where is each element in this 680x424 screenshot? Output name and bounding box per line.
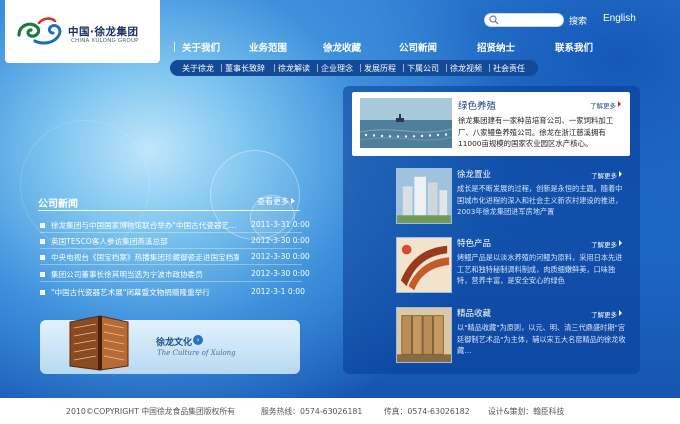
subnav-divider [489, 64, 490, 72]
search-input[interactable] [484, 13, 564, 27]
nav-careers[interactable]: 招贤纳士 [477, 40, 515, 54]
subnav-interpret[interactable]: 徐龙解读 [278, 63, 310, 74]
logo[interactable]: 中国·徐龙集团 CHINA XULONG GROUP [5, 0, 160, 63]
nav-divider [174, 42, 175, 52]
footer: 2010©COPYRIGHT 中国徐龙食品集团版权所有 服务热线：0574-63… [0, 398, 680, 424]
news-item[interactable]: 集团公司董事长徐其明当选为宁波市政协委员 2012-3-30 0:00 [40, 268, 310, 282]
search-icon [489, 15, 499, 25]
collection-photo [396, 307, 452, 363]
culture-subtitle: The Culture of Xulong [157, 349, 236, 357]
bullet-icon [40, 290, 45, 295]
news-item-date: 2012-3-1 0:00 [251, 287, 305, 296]
arrow-right-icon [291, 198, 295, 204]
subnav-chairman[interactable]: 董事长致辞 [225, 63, 265, 74]
item-description: 以"精品收藏"为原则，以元、明、清三代鼎盛时期"宫廷御制艺术品"为主体，辅以宋五… [457, 323, 626, 355]
feature-description: 徐龙集团建有一家种苗培育公司、一家饲料加工厂、八家鳗鱼养殖公司。徐龙在浙江慈溪拥… [458, 116, 614, 148]
item-description: 烤鳗产品是以淡水养殖的河鳗为原料，采用日本先进工艺和独特秘制调料制成，肉质细嫩鲜… [457, 253, 623, 285]
subnav-subsidiaries[interactable]: 下属公司 [407, 63, 439, 74]
nav-contact[interactable]: 联系我们 [555, 40, 593, 54]
business-item-collection[interactable]: 精品收藏 了解更多 以"精品收藏"为原则，以元、明、清三代鼎盛时期"宫廷御制艺术… [396, 307, 630, 369]
news-item-title[interactable]: 中央电视台《国宝档案》热播集团珍藏御瓷走进国宝档案 [51, 252, 239, 263]
english-link[interactable]: English [603, 13, 636, 24]
news-item[interactable]: 英国TESCO客人参访集团燕溪总部 2012-3-30 0:00 [40, 235, 310, 249]
arrow-right-icon [618, 101, 621, 107]
feature-more-link[interactable]: 了解更多 [590, 100, 616, 110]
logo-name-en: CHINA XULONG GROUP [71, 38, 139, 44]
subnav-social[interactable]: 社会责任 [493, 63, 525, 74]
footer-hotline: 服务热线：0574-63026181 [261, 407, 363, 416]
page: 中国·徐龙集团 CHINA XULONG GROUP 搜索 English 关于… [0, 0, 680, 424]
row-divider [40, 248, 302, 249]
main-nav: 关于我们 业务范围 徐龙收藏 公司新闻 招贤纳士 联系我们 [170, 40, 630, 54]
item-description: 成长是不断发展的过程，创新是永恒的主题。随着中国城市化进程的深入和社会主义新农村… [457, 184, 623, 216]
business-item-products[interactable]: 特色产品 了解更多 烤鳗产品是以淡水养殖的河鳗为原料，采用日本先进工艺和独特秘制… [396, 237, 630, 299]
item-more-link[interactable]: 了解更多 [591, 309, 617, 319]
bullet-icon [40, 272, 45, 277]
subnav-divider [403, 64, 404, 72]
news-item-date: 2011-3-31 0:00 [251, 220, 310, 229]
subnav-about-xulong[interactable]: 关于徐龙 [182, 63, 214, 74]
real-estate-photo [396, 168, 452, 224]
nav-about[interactable]: 关于我们 [182, 40, 220, 54]
products-photo [396, 237, 452, 293]
bullet-icon [40, 255, 45, 260]
feature-card-aquaculture[interactable]: 绿色养殖 了解更多 徐龙集团建有一家种苗培育公司、一家饲料加工厂、八家鳗鱼养殖公… [352, 92, 630, 156]
arrow-right-icon [619, 240, 622, 246]
news-item-title[interactable]: 英国TESCO客人参访集团燕溪总部 [51, 236, 239, 247]
item-title[interactable]: 徐龙置业 [457, 168, 491, 180]
news-item-title[interactable]: 集团公司董事长徐其明当选为宁波市政协委员 [51, 269, 239, 280]
row-divider [40, 264, 302, 265]
subnav-philosophy[interactable]: 企业理念 [321, 63, 353, 74]
culture-title[interactable]: 徐龙文化 [156, 335, 192, 348]
subnav-history[interactable]: 发展历程 [364, 63, 396, 74]
arrow-right-icon [619, 310, 622, 316]
news-section-title: 公司新闻 [38, 199, 78, 210]
item-more-link[interactable]: 了解更多 [591, 170, 617, 180]
subnav-divider [221, 64, 222, 72]
feature-title[interactable]: 绿色养殖 [458, 98, 496, 112]
book-icon [69, 315, 129, 371]
subnav-divider [317, 64, 318, 72]
footer-copyright: 2010©COPYRIGHT 中国徐龙食品集团版权所有 [66, 407, 235, 416]
news-item-title[interactable]: 徐龙集团与中国国家博物馆联合举办"中国古代瓷器艺… [51, 220, 239, 231]
subnav-divider [274, 64, 275, 72]
item-title[interactable]: 特色产品 [457, 237, 491, 249]
item-more-link[interactable]: 了解更多 [591, 239, 617, 249]
logo-name-cn: 中国·徐龙集团 [68, 26, 139, 38]
sub-nav: 关于徐龙 董事长致辞 徐龙解读 企业理念 发展历程 下属公司 徐龙视频 社会责任 [170, 60, 538, 76]
nav-collection[interactable]: 徐龙收藏 [323, 40, 361, 54]
item-title[interactable]: 精品收藏 [457, 307, 491, 319]
nav-business[interactable]: 业务范围 [249, 40, 287, 54]
aquaculture-photo [360, 98, 452, 148]
nav-news[interactable]: 公司新闻 [399, 40, 437, 54]
footer-design-credit[interactable]: 设计&策划：翰臣科技 [488, 406, 564, 417]
news-item[interactable]: 中央电视台《国宝档案》热播集团珍藏御瓷走进国宝档案 2012-3-30 0:00 [40, 251, 310, 265]
news-item-title[interactable]: "中国古代瓷器艺术展"闭幕暨文物捐赠隆重举行 [51, 287, 239, 298]
business-item-real-estate[interactable]: 徐龙置业 了解更多 成长是不断发展的过程，创新是永恒的主题。随着中国城市化进程的… [396, 168, 630, 230]
news-item-date: 2012-3-30 0:00 [251, 236, 310, 245]
row-divider [40, 281, 302, 282]
news-item-date: 2012-3-30 0:00 [251, 269, 310, 278]
logo-mark-icon [17, 17, 62, 45]
bullet-icon [40, 239, 45, 244]
news-divider [38, 210, 300, 211]
bullet-icon [40, 223, 45, 228]
news-item-date: 2012-3-30 0:00 [251, 252, 310, 261]
row-divider [40, 232, 302, 233]
subnav-divider [360, 64, 361, 72]
search-button[interactable]: 搜索 [569, 14, 587, 27]
arrow-right-icon [619, 171, 622, 177]
subnav-video[interactable]: 徐龙视频 [450, 63, 482, 74]
news-item[interactable]: 徐龙集团与中国国家博物馆联合举办"中国古代瓷器艺… 2011-3-31 0:00 [40, 219, 310, 233]
news-more-link[interactable]: 查看更多 [257, 196, 289, 207]
subnav-divider [446, 64, 447, 72]
footer-fax: 传真：0574-63026182 [384, 407, 470, 416]
news-item[interactable]: "中国古代瓷器艺术展"闭幕暨文物捐赠隆重举行 2012-3-1 0:00 [40, 286, 305, 300]
arrow-right-icon[interactable]: › [193, 335, 203, 345]
